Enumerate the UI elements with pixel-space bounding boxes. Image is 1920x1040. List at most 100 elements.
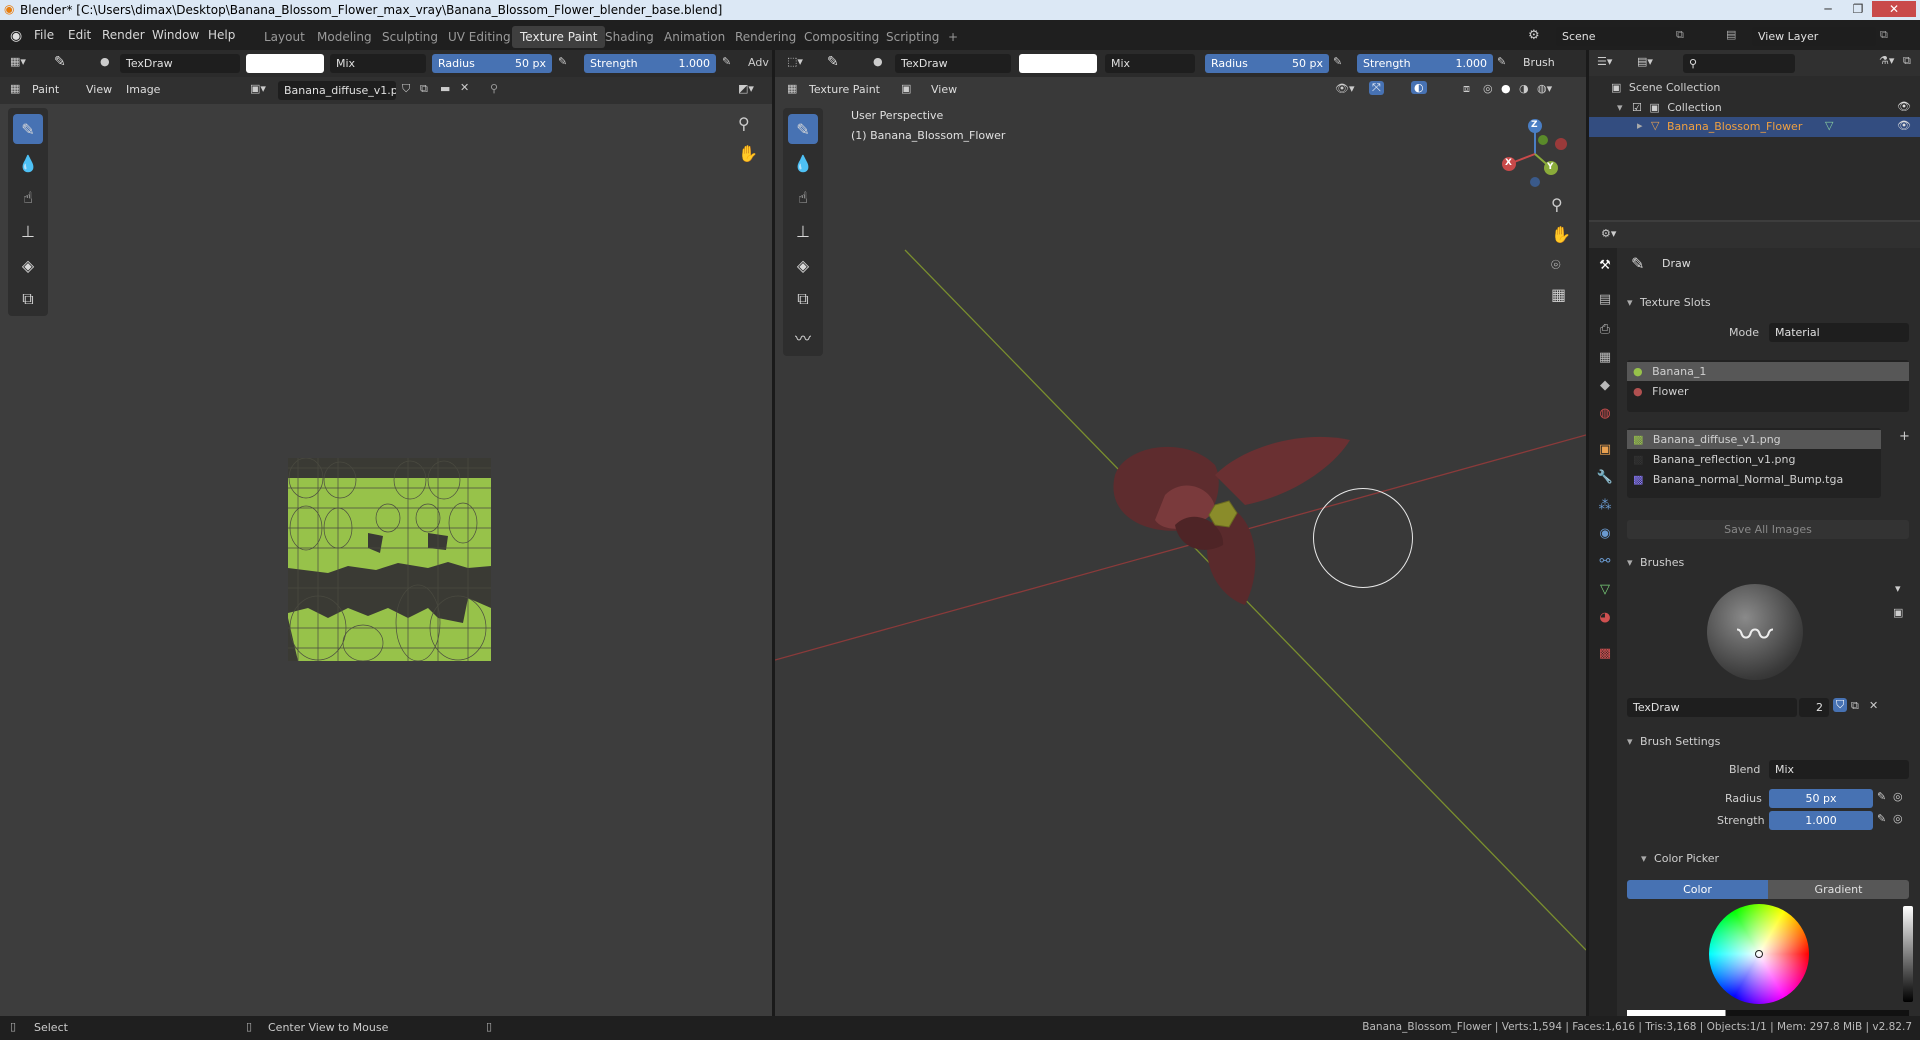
render-tab-icon[interactable]: ▤ xyxy=(1595,292,1615,312)
menu-edit[interactable]: Edit xyxy=(68,28,91,42)
display-mode-icon[interactable]: ◩▾ xyxy=(738,82,754,95)
smear-tool-icon[interactable]: ☝ xyxy=(788,182,818,212)
tab-scripting[interactable]: Scripting xyxy=(878,26,947,48)
image-name-field[interactable]: Banana_diffuse_v1.p.. xyxy=(278,81,396,100)
open-image-icon[interactable]: ▬ xyxy=(440,82,450,95)
blender-menu-icon[interactable]: ◉ xyxy=(10,28,22,44)
material-tab-icon[interactable]: ◕ xyxy=(1595,610,1615,630)
particles-tab-icon[interactable]: ⁂ xyxy=(1595,498,1615,518)
view-menu[interactable]: View xyxy=(86,83,112,96)
strength-slider[interactable]: Strength 1.000 xyxy=(584,54,716,73)
soften-tool-icon[interactable]: 💧 xyxy=(788,148,818,178)
menu-help[interactable]: Help xyxy=(208,28,235,42)
texture-image-item[interactable]: ▩ Banana_reflection_v1.png xyxy=(1627,450,1881,469)
tab-layout[interactable]: Layout xyxy=(256,26,313,48)
radius-slider[interactable]: 50 px xyxy=(1769,789,1873,808)
mask-tool-icon[interactable]: ⧉ xyxy=(13,284,43,314)
modifier-tab-icon[interactable]: 🔧 xyxy=(1595,470,1615,490)
new-collection-icon[interactable]: ⧉ xyxy=(1903,54,1911,68)
material-slot-item[interactable]: ● Banana_1 xyxy=(1627,362,1909,381)
fake-user-icon[interactable]: ⛉ xyxy=(402,82,410,96)
constraints-tab-icon[interactable]: ⚯ xyxy=(1595,554,1615,574)
tab-uv-editing[interactable]: UV Editing xyxy=(440,26,519,48)
strength-unit-icon[interactable]: ◎ xyxy=(1893,812,1903,825)
view-layer-tab-icon[interactable]: ▦ xyxy=(1595,350,1615,370)
brush-settings-panel-header[interactable]: ▾ Brush Settings xyxy=(1627,735,1720,748)
draw-tool-icon[interactable]: ✎ xyxy=(13,114,43,144)
new-view-layer-icon[interactable]: ⧉ xyxy=(1880,28,1888,42)
scene-name-field[interactable]: Scene xyxy=(1556,27,1680,46)
radius-unit-icon[interactable]: ◎ xyxy=(1893,790,1903,803)
eye-icon[interactable]: 👁 xyxy=(1897,119,1911,132)
advanced-menu[interactable]: Adv xyxy=(748,56,769,69)
texture-slots-panel-header[interactable]: ▾ Texture Slots xyxy=(1627,296,1711,309)
strength-pressure-icon[interactable]: ✎ xyxy=(722,55,731,68)
scene-selector-icon[interactable]: ⚙ xyxy=(1528,28,1540,43)
brush-users-count[interactable]: 2 xyxy=(1799,698,1829,717)
outliner-editor-icon[interactable]: ☰▾ xyxy=(1597,55,1612,68)
image-browse-icon[interactable]: ▣▾ xyxy=(250,82,266,95)
radius-pressure-icon[interactable]: ✎ xyxy=(558,55,567,68)
editor-type-icon[interactable]: ▦▾ xyxy=(10,55,26,68)
gradient-tab[interactable]: Gradient xyxy=(1768,880,1909,899)
eye-icon[interactable]: 👁 xyxy=(1897,100,1911,113)
unlink-brush-icon[interactable]: ✕ xyxy=(1869,699,1878,712)
save-all-images-button[interactable]: Save All Images xyxy=(1627,520,1909,539)
outliner-search-field[interactable]: ⚲ xyxy=(1683,54,1795,73)
fake-user-icon[interactable]: ⛉ xyxy=(1833,698,1848,712)
tab-shading[interactable]: Shading xyxy=(597,26,662,48)
tab-sculpting[interactable]: Sculpting xyxy=(374,26,446,48)
add-workspace-button[interactable]: + xyxy=(940,26,966,48)
hand-icon[interactable]: ✋ xyxy=(738,144,758,163)
view-layer-icon[interactable]: ▤ xyxy=(1726,28,1736,41)
color-wheel[interactable] xyxy=(1709,904,1809,1004)
mask-tool-icon[interactable]: ⧉ xyxy=(788,284,818,314)
blend-dropdown[interactable]: Mix xyxy=(330,54,426,73)
fill-tool-icon[interactable]: ◈ xyxy=(13,250,43,280)
outliner-row-object[interactable]: ▸ ▽ Banana_Blossom_Flower ▽ 👁 xyxy=(1589,117,1920,137)
strength-pressure-icon[interactable]: ✎ xyxy=(1877,812,1886,825)
brush-browse-icon[interactable]: ▣ xyxy=(1893,606,1903,619)
soften-tool-icon[interactable]: 💧 xyxy=(13,148,43,178)
add-texture-icon[interactable]: + xyxy=(1899,429,1910,444)
minimize-button[interactable]: ─ xyxy=(1816,1,1840,17)
texture-image-item[interactable]: ▩ Banana_diffuse_v1.png xyxy=(1627,430,1881,449)
hand-icon[interactable]: ✋ xyxy=(1551,225,1571,244)
new-scene-icon[interactable]: ⧉ xyxy=(1676,28,1684,42)
tab-compositing[interactable]: Compositing xyxy=(796,26,887,48)
material-slot-item[interactable]: ● Flower xyxy=(1627,382,1909,401)
image-menu[interactable]: Image xyxy=(126,83,160,96)
tool-tab-icon[interactable]: ⚒ xyxy=(1595,258,1615,278)
menu-render[interactable]: Render xyxy=(102,28,145,42)
tab-modeling[interactable]: Modeling xyxy=(309,26,380,48)
pin-icon[interactable]: ⚲ xyxy=(490,82,498,95)
grid-icon[interactable]: ▦ xyxy=(1551,285,1566,304)
camera-icon[interactable]: ⌾ xyxy=(1551,255,1561,275)
color-picker-subpanel-header[interactable]: ▾ Color Picker xyxy=(1641,852,1719,865)
duplicate-brush-icon[interactable]: ⧉ xyxy=(1851,699,1859,713)
view-layer-field[interactable]: View Layer xyxy=(1752,27,1876,46)
strength-slider[interactable]: 1.000 xyxy=(1769,811,1873,830)
expand-arrow-icon[interactable]: ▸ xyxy=(1637,119,1643,132)
clone-tool-icon[interactable]: ⊥ xyxy=(13,216,43,246)
tab-texture-paint[interactable]: Texture Paint xyxy=(512,26,606,48)
brush-name-field[interactable]: TexDraw xyxy=(1627,698,1797,717)
brush-dropdown-icon[interactable]: ▾ xyxy=(1895,582,1901,595)
color-tab[interactable]: Color xyxy=(1627,880,1768,899)
value-slider[interactable] xyxy=(1903,906,1913,1002)
maximize-button[interactable]: ❐ xyxy=(1846,1,1870,17)
brush-name-field[interactable]: TexDraw xyxy=(120,54,240,73)
filter-icon[interactable]: ⚗▾ xyxy=(1879,54,1894,67)
expand-arrow-icon[interactable]: ▾ xyxy=(1617,101,1623,114)
annotate-tool-icon[interactable]: 〰 xyxy=(788,322,818,352)
menu-window[interactable]: Window xyxy=(152,28,199,42)
duplicate-image-icon[interactable]: ⧉ xyxy=(420,82,428,96)
radius-pressure-icon[interactable]: ✎ xyxy=(1877,790,1886,803)
properties-editor-icon[interactable]: ⚙▾ xyxy=(1601,227,1616,240)
brush-color-swatch[interactable] xyxy=(246,54,324,73)
display-mode-icon[interactable]: ▤▾ xyxy=(1637,55,1653,68)
outliner-row-scene-collection[interactable]: ▣ Scene Collection xyxy=(1611,78,1720,97)
tab-rendering[interactable]: Rendering xyxy=(727,26,804,48)
tab-animation[interactable]: Animation xyxy=(656,26,733,48)
outliner-row-collection[interactable]: ▾ ☑ ▣ Collection xyxy=(1617,98,1722,117)
